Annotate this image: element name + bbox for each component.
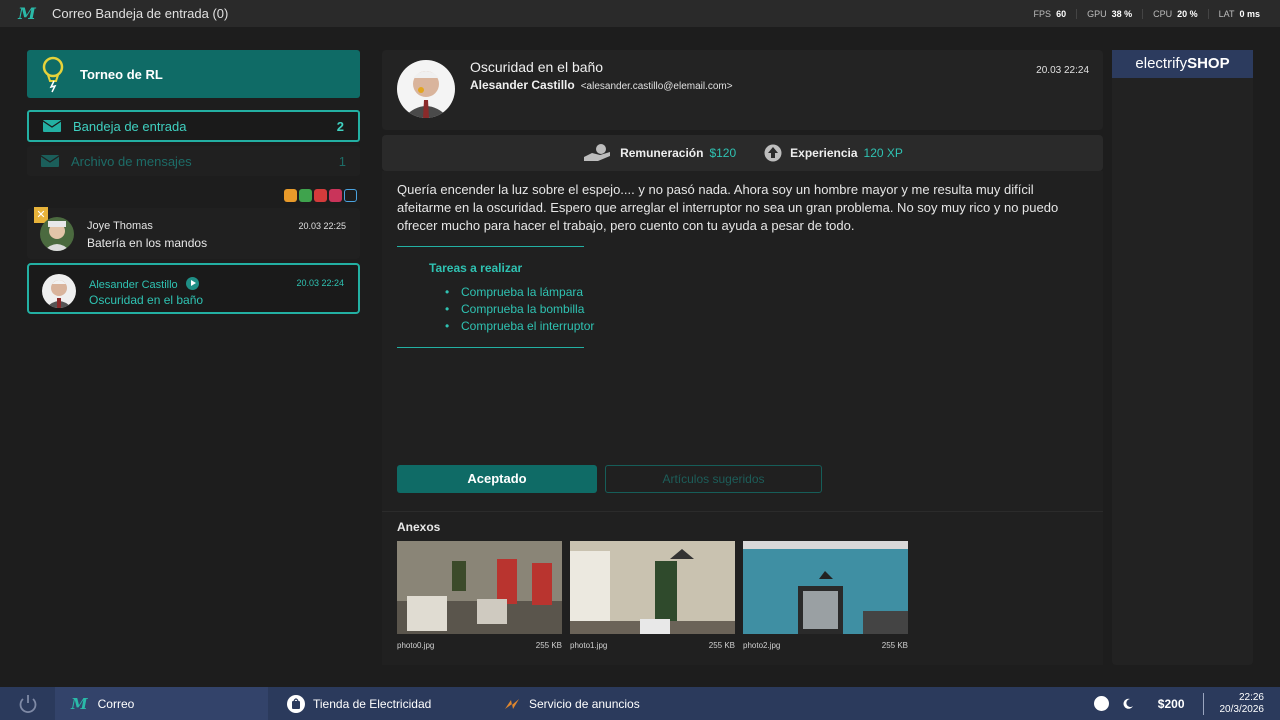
soccer-ball-icon	[299, 189, 312, 202]
mail-sender: Joye Thomas	[87, 220, 153, 232]
home-icon	[284, 189, 297, 202]
shop-bag-icon	[287, 694, 305, 713]
folder-archive-count: 1	[338, 153, 346, 169]
attachment-size: 255 KB	[535, 641, 562, 650]
mail-date: 20.03 22:24	[296, 278, 344, 288]
task-list: Comprueba la lámpara Comprueba la bombil…	[445, 285, 594, 336]
attachment-item[interactable]: photo0.jpg 255 KB	[397, 541, 562, 650]
message-header: Oscuridad en el baño Alesander Castillo <…	[382, 50, 1103, 130]
folder-archive-label: Archivo de mensajes	[71, 153, 192, 169]
stat-gpu: GPU 38 %	[1076, 8, 1142, 19]
mail-list-item-selected[interactable]: Alesander Castillo Oscuridad en el baño …	[27, 263, 360, 314]
attachment-size: 255 KB	[708, 641, 735, 650]
attachment-item[interactable]: photo2.jpg 255 KB	[743, 541, 908, 650]
stat-cpu: CPU 20 %	[1142, 8, 1208, 19]
theme-toggle[interactable]	[1093, 696, 1109, 711]
ads-icon	[505, 698, 519, 709]
folder-archive[interactable]: Archivo de mensajes 1	[27, 146, 360, 176]
message-content: Quería encender la luz sobre el espejo..…	[382, 171, 1103, 665]
m-logo-icon: M	[71, 694, 88, 713]
task-item: Comprueba el interruptor	[445, 319, 594, 336]
avatar	[42, 274, 76, 308]
accept-button[interactable]: Aceptado	[397, 465, 597, 493]
hand-coin-icon	[584, 144, 611, 161]
electrify-shop-logo: electrifySHOP	[1112, 50, 1253, 78]
mail-subject: Oscuridad en el baño	[89, 293, 204, 307]
avatar	[40, 217, 74, 251]
taskbar-item-anuncios[interactable]: Servicio de anuncios	[503, 687, 640, 720]
divider	[397, 347, 584, 348]
speed-icon	[314, 189, 327, 202]
folder-inbox-label: Bandeja de entrada	[73, 118, 187, 134]
xp-arrow-icon	[764, 144, 782, 162]
attachments-title: Anexos	[397, 520, 441, 534]
sender-avatar	[397, 60, 455, 118]
folder-inbox-count: 2	[336, 118, 344, 134]
money-balance: $200	[1157, 696, 1185, 711]
taskbar-tray: $200 22:26 20/3/2026	[1093, 687, 1280, 720]
ad-panel[interactable]: electrifySHOP	[1112, 50, 1253, 665]
title-bar: M Correo Bandeja de entrada (0) FPS 60 GP…	[0, 0, 1280, 27]
mail-sender: Alesander Castillo	[89, 277, 199, 291]
divider	[397, 246, 584, 247]
performance-stats: FPS 60 GPU 38 % CPU 20 % LAT 0 ms	[1024, 0, 1270, 27]
reward-group: Remuneración $120	[582, 143, 736, 163]
reward-bar: Remuneración $120 Experiencia 120 XP	[382, 135, 1103, 171]
envelope-icon	[43, 120, 61, 132]
message-date: 20.03 22:24	[1036, 65, 1089, 76]
attachment-thumbnail	[397, 541, 562, 634]
task-item: Comprueba la lámpara	[445, 285, 594, 302]
suggested-items-button[interactable]: Artículos sugeridos	[605, 465, 822, 493]
attachment-item[interactable]: photo1.jpg 255 KB	[570, 541, 735, 650]
envelope-icon	[41, 155, 59, 167]
attachment-thumbnail	[743, 541, 908, 634]
status-tray-icons	[284, 189, 357, 202]
clock: 22:26 20/3/2026	[1219, 691, 1265, 715]
folder-inbox[interactable]: Bandeja de entrada 2	[27, 110, 360, 142]
attachment-name: photo2.jpg	[743, 641, 781, 650]
play-icon	[185, 277, 199, 290]
mail-date: 20.03 22:25	[298, 221, 346, 231]
message-email: <alesander.castillo@elemail.com>	[580, 81, 733, 92]
message-subject: Oscuridad en el baño	[470, 59, 604, 75]
message-body: Quería encender la luz sobre el espejo..…	[397, 182, 1059, 233]
mail-list-item[interactable]: ✕ Joye Thomas Batería en los mandos 20.0…	[27, 207, 360, 259]
lightbulb-icon	[42, 56, 64, 93]
taskbar: M Correo Tienda de Electricidad Servicio…	[0, 687, 1280, 720]
m-logo-icon: M	[18, 4, 36, 23]
taskbar-item-correo[interactable]: M Correo	[55, 687, 268, 720]
message-from: Alesander Castillo <alesander.castillo@el…	[470, 78, 733, 92]
divider	[1202, 692, 1204, 715]
attachment-name: photo1.jpg	[570, 641, 608, 650]
tasks-title: Tareas a realizar	[429, 261, 523, 275]
power-icon[interactable]	[17, 693, 39, 715]
task-item: Comprueba la bombilla	[445, 302, 594, 319]
stat-lat: LAT 0 ms	[1207, 8, 1270, 19]
attachment-thumbnail	[570, 541, 735, 634]
divider	[382, 511, 1103, 512]
heart-icon	[329, 189, 342, 202]
mail-subject: Batería en los mandos	[87, 236, 208, 250]
attachment-size: 255 KB	[881, 641, 908, 650]
xp-group: Experiencia 120 XP	[764, 144, 903, 162]
taskbar-item-tienda[interactable]: Tienda de Electricidad	[287, 687, 431, 720]
tournament-button[interactable]: Torneo de RL	[27, 50, 360, 98]
stat-fps: FPS 60	[1033, 8, 1067, 19]
moon-icon	[1123, 698, 1133, 709]
window-title: Correo Bandeja de entrada (0)	[52, 6, 229, 21]
tournament-label: Torneo de RL	[80, 66, 163, 82]
attachment-name: photo0.jpg	[397, 641, 435, 650]
wifi-icon	[344, 189, 357, 202]
